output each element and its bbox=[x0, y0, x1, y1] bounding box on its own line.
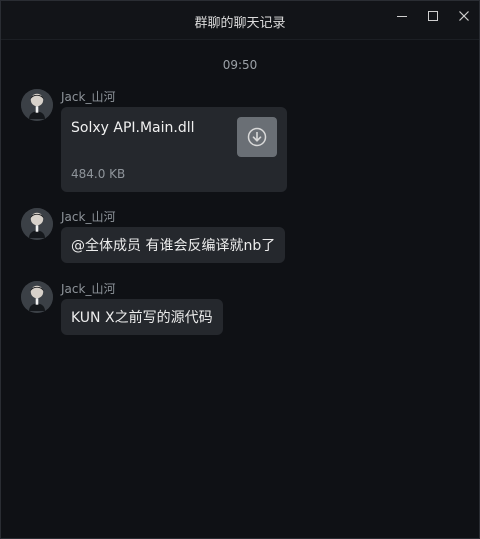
minimize-icon bbox=[397, 16, 407, 17]
close-icon bbox=[459, 11, 469, 21]
title-bar: 群聊的聊天记录 bbox=[1, 1, 479, 40]
avatar[interactable] bbox=[21, 208, 53, 240]
sender-name: Jack_山河 bbox=[61, 282, 116, 296]
close-button[interactable] bbox=[449, 5, 479, 27]
avatar-portrait-icon bbox=[21, 89, 53, 121]
sender-name: Jack_山河 bbox=[61, 90, 116, 104]
chat-history-window: 群聊的聊天记录 09:50 Jack_山河 Solxy API.Main.dll… bbox=[0, 0, 480, 539]
avatar[interactable] bbox=[21, 281, 53, 313]
file-size: 484.0 KB bbox=[71, 167, 126, 181]
avatar[interactable] bbox=[21, 89, 53, 121]
maximize-button[interactable] bbox=[418, 5, 448, 27]
avatar-portrait-icon bbox=[21, 281, 53, 313]
download-button[interactable] bbox=[237, 117, 277, 157]
avatar-portrait-icon bbox=[21, 208, 53, 240]
message-text: KUN X之前写的源代码 bbox=[71, 310, 213, 326]
sender-name: Jack_山河 bbox=[61, 210, 116, 224]
file-name: Solxy API.Main.dll bbox=[71, 120, 195, 136]
message-text: @全体成员 有谁会反编译就nb了 bbox=[71, 238, 276, 254]
message-timestamp: 09:50 bbox=[222, 58, 258, 72]
minimize-button[interactable] bbox=[387, 5, 417, 27]
text-message-bubble[interactable]: @全体成员 有谁会反编译就nb了 bbox=[61, 227, 286, 263]
maximize-icon bbox=[428, 11, 438, 21]
text-message-bubble[interactable]: KUN X之前写的源代码 bbox=[61, 299, 223, 335]
download-icon bbox=[247, 127, 267, 147]
file-message-card[interactable]: Solxy API.Main.dll 484.0 KB bbox=[61, 107, 287, 192]
